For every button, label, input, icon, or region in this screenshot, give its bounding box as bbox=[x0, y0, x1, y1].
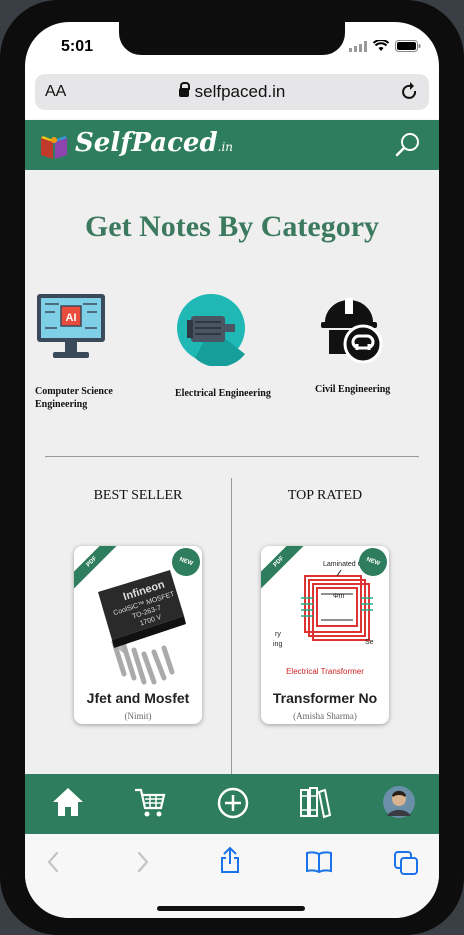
section-divider bbox=[45, 456, 419, 457]
category-civil[interactable]: Civil Engineering bbox=[315, 292, 435, 396]
tabs-icon[interactable] bbox=[393, 850, 419, 876]
svg-text:AI: AI bbox=[66, 312, 77, 324]
electric-motor-icon bbox=[177, 294, 245, 368]
main-content: Get Notes By Category AI Computer Scienc… bbox=[25, 170, 439, 774]
product-card-best-seller[interactable]: Infineon CoolSiC™ MOSFET TO-263-7 1700 V… bbox=[74, 546, 202, 724]
lock-icon bbox=[178, 82, 190, 97]
phone-frame: 5:01 AA selfpaced.in SelfPaced.in Get No… bbox=[0, 0, 464, 935]
forward-icon[interactable] bbox=[135, 850, 151, 874]
signal-icon bbox=[349, 40, 367, 52]
category-electrical[interactable]: Electrical Engineering bbox=[175, 292, 295, 400]
site-header: SelfPaced.in bbox=[25, 120, 439, 170]
best-seller-title: BEST SELLER bbox=[93, 488, 183, 503]
hard-hat-icon bbox=[321, 298, 383, 364]
battery-icon bbox=[395, 40, 421, 52]
column-divider bbox=[231, 478, 232, 774]
cart-icon[interactable] bbox=[133, 786, 167, 820]
product-card-top-rated[interactable]: Laminated Co Φm ry ing Se Electrical Tra… bbox=[261, 546, 389, 724]
ai-monitor-icon: AI bbox=[37, 294, 105, 358]
back-icon[interactable] bbox=[45, 850, 61, 874]
card-title: Transformer No bbox=[272, 690, 378, 706]
url-text: selfpaced.in bbox=[194, 82, 286, 101]
bottom-nav bbox=[25, 774, 439, 834]
home-icon[interactable] bbox=[51, 786, 85, 818]
status-time: 5:01 bbox=[61, 38, 94, 55]
category-label: Computer Science Engineering bbox=[35, 386, 113, 410]
card-title: Jfet and Mosfet bbox=[86, 690, 190, 706]
logo-suffix: .in bbox=[217, 140, 234, 154]
logo-book-icon bbox=[41, 136, 67, 159]
category-computer-science[interactable]: AI Computer Science Engineering bbox=[35, 292, 155, 411]
page-title: Get Notes By Category bbox=[84, 210, 380, 243]
home-indicator bbox=[157, 906, 305, 911]
wifi-icon bbox=[373, 40, 389, 51]
bookmarks-icon[interactable] bbox=[305, 850, 333, 874]
logo-name: SelfPaced bbox=[75, 128, 218, 158]
avatar[interactable] bbox=[383, 786, 415, 818]
books-icon[interactable] bbox=[299, 786, 331, 820]
category-label: Electrical Engineering bbox=[175, 388, 271, 399]
category-label: Civil Engineering bbox=[315, 384, 391, 395]
address-bar[interactable]: AA selfpaced.in bbox=[35, 74, 429, 110]
logo[interactable]: SelfPaced.in bbox=[75, 128, 233, 158]
reload-icon[interactable] bbox=[401, 82, 419, 102]
search-icon[interactable] bbox=[395, 132, 421, 158]
add-icon[interactable] bbox=[216, 786, 250, 820]
url-display[interactable]: selfpaced.in bbox=[35, 82, 429, 102]
notch bbox=[119, 22, 345, 55]
share-icon[interactable] bbox=[218, 846, 242, 874]
card-author: (Nimit) bbox=[124, 711, 152, 721]
diagram-caption: Electrical Transformer bbox=[286, 667, 364, 676]
screen: 5:01 AA selfpaced.in SelfPaced.in Get No… bbox=[25, 22, 439, 918]
top-rated-title: TOP RATED bbox=[287, 488, 363, 503]
card-author: (Amisha Sharma) bbox=[293, 711, 357, 721]
status-icons bbox=[349, 40, 421, 52]
